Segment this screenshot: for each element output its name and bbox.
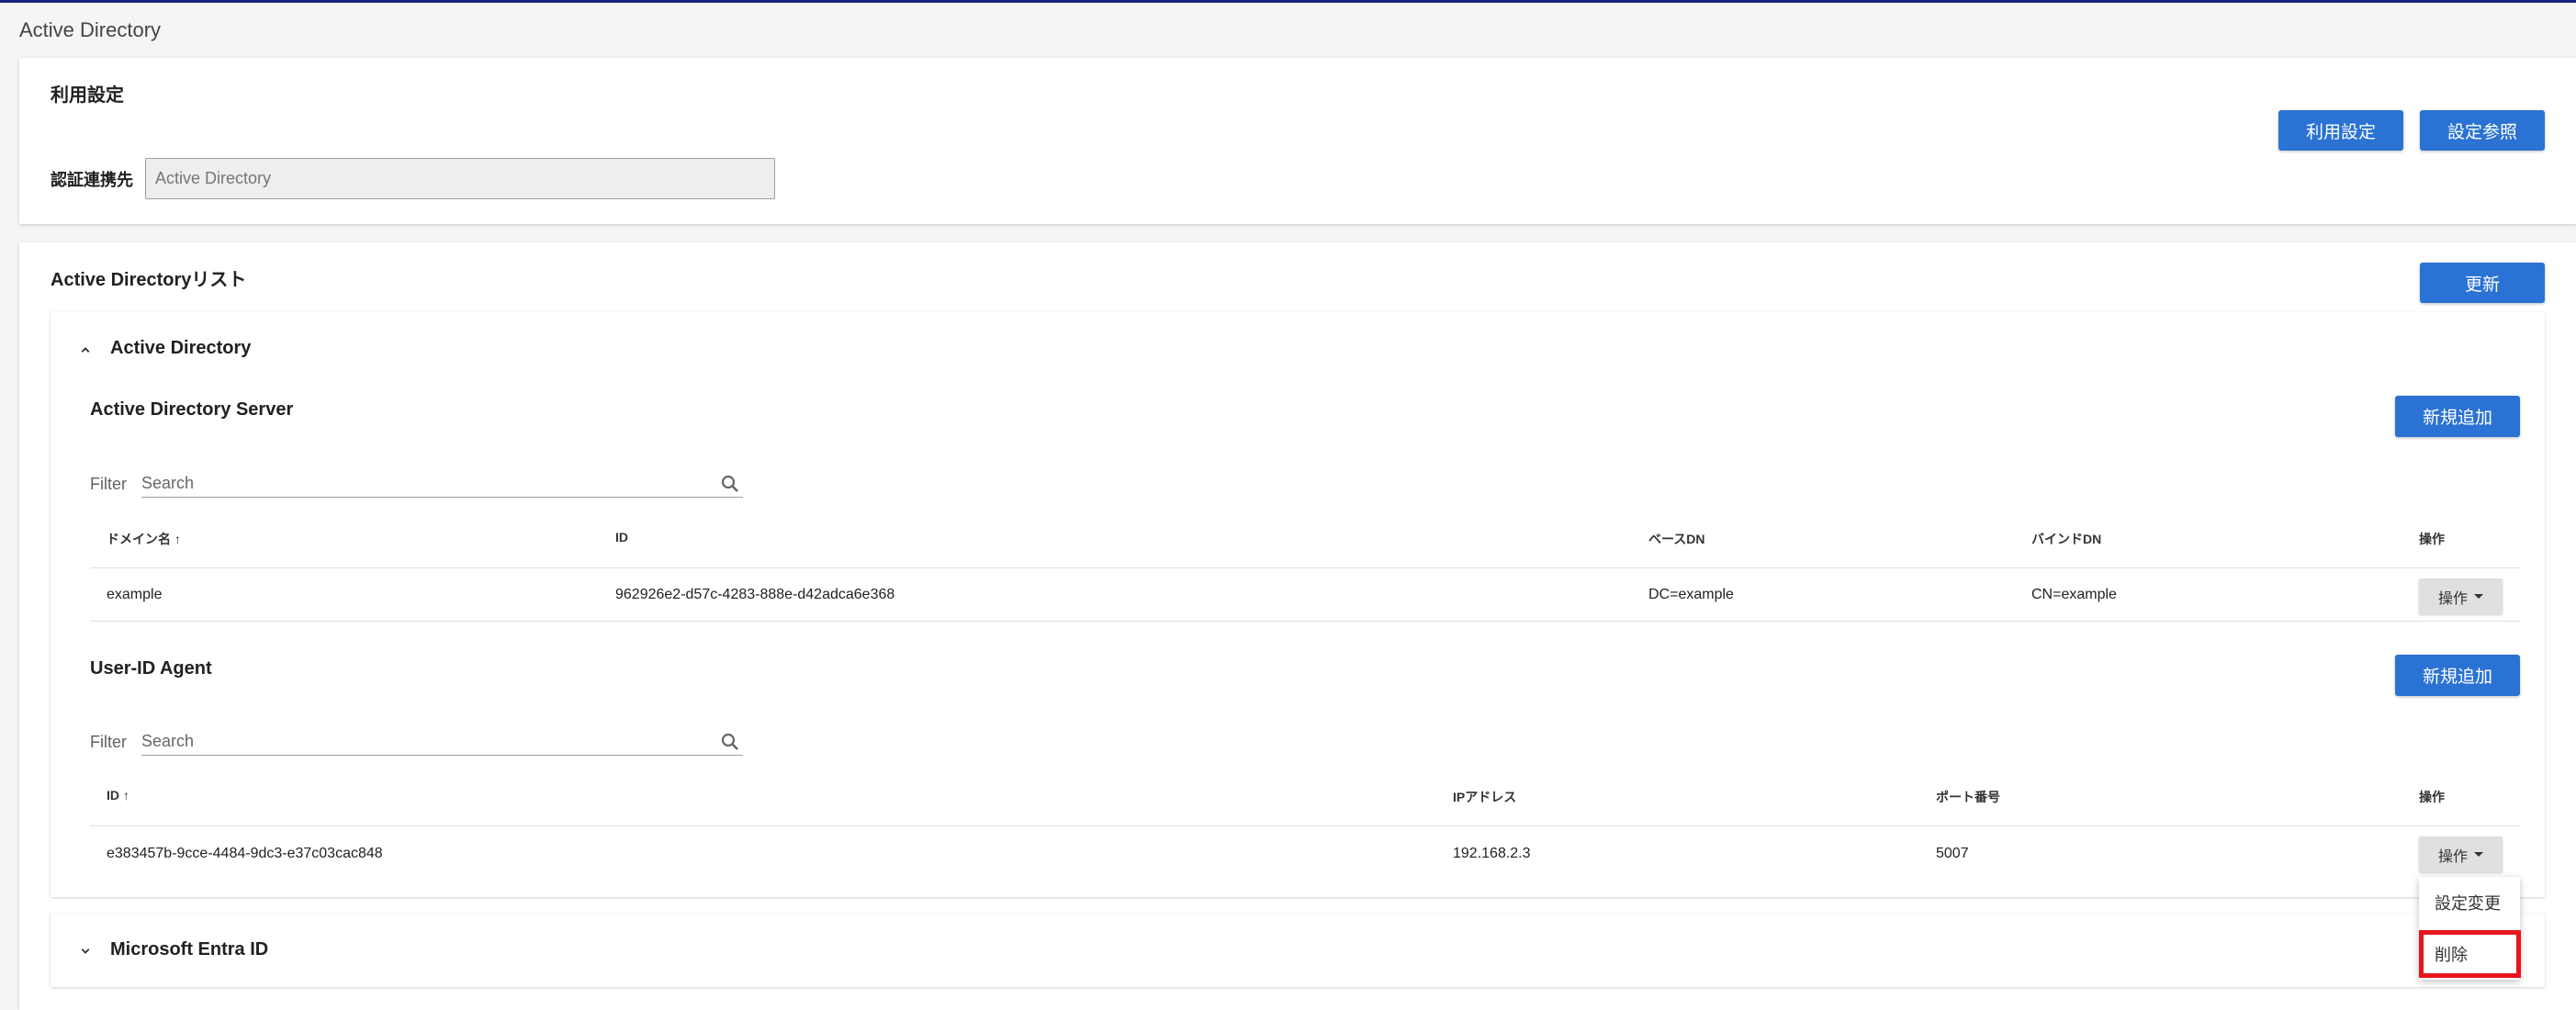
top-accent-line xyxy=(0,0,2576,3)
auth-target-field: Active Directory xyxy=(145,158,775,199)
cell-ip-address: 192.168.2.3 xyxy=(1453,846,1531,861)
server-add-button[interactable]: 新規追加 xyxy=(2395,396,2520,437)
col-port-number[interactable]: ポート番号 xyxy=(1936,788,2000,806)
col-domain-name[interactable]: ドメイン名 ↑ xyxy=(107,530,181,548)
user-id-agent-title: User-ID Agent xyxy=(90,658,212,679)
table-row-divider xyxy=(90,621,2520,622)
view-settings-button[interactable]: 設定参照 xyxy=(2420,110,2545,151)
col-agent-id[interactable]: ID ↑ xyxy=(107,788,129,802)
cell-port-number: 5007 xyxy=(1936,846,1969,861)
entra-panel-title[interactable]: Microsoft Entra ID xyxy=(110,939,268,960)
col-operation: 操作 xyxy=(2419,790,2445,804)
entra-expansion-panel[interactable]: Microsoft Entra ID xyxy=(51,913,2545,987)
usage-settings-button[interactable]: 利用設定 xyxy=(2278,110,2403,151)
delete-highlight-box xyxy=(2419,930,2521,978)
search-icon[interactable] xyxy=(719,473,741,495)
chevron-down-icon[interactable] xyxy=(77,943,94,960)
auth-target-label: 認証連携先 xyxy=(51,171,133,189)
usage-settings-title: 利用設定 xyxy=(51,85,124,106)
refresh-button[interactable]: 更新 xyxy=(2420,263,2545,303)
ad-list-card: Active Directoryリスト 更新 Active Directory … xyxy=(19,242,2576,1010)
agent-search-input[interactable] xyxy=(141,732,743,756)
operation-label: 操作 xyxy=(2437,590,2468,607)
cell-base-dn: DC=example xyxy=(1648,587,1734,602)
usage-settings-card: 利用設定 認証連携先 Active Directory 利用設定 設定参照 xyxy=(19,58,2576,224)
col-id[interactable]: ID xyxy=(615,530,628,544)
ad-server-title: Active Directory Server xyxy=(90,399,294,420)
cell-id: 962926e2-d57c-4283-888e-d42adca6e368 xyxy=(615,587,895,602)
caret-down-icon xyxy=(2474,852,2483,857)
table-header-divider xyxy=(90,567,2520,568)
ad-expansion-panel: Active Directory Active Directory Server… xyxy=(51,312,2545,897)
agent-row-operation-button[interactable]: 操作 xyxy=(2419,836,2503,872)
menu-item-edit-settings[interactable]: 設定変更 xyxy=(2419,877,2520,928)
cell-agent-id: e383457b-9cce-4484-9dc3-e37c03cac848 xyxy=(107,846,383,861)
caret-down-icon xyxy=(2474,594,2483,599)
page-title: Active Directory xyxy=(19,18,162,41)
col-base-dn[interactable]: ベースDN xyxy=(1648,530,1705,548)
server-row-operation-button[interactable]: 操作 xyxy=(2419,578,2503,614)
cell-domain: example xyxy=(107,587,163,602)
cell-bind-dn: CN=example xyxy=(2031,587,2117,602)
ad-list-title: Active Directoryリスト xyxy=(51,270,247,290)
ad-panel-title[interactable]: Active Directory xyxy=(110,338,251,359)
table-header-divider xyxy=(90,825,2520,826)
agent-add-button[interactable]: 新規追加 xyxy=(2395,655,2520,696)
chevron-up-icon[interactable] xyxy=(77,342,94,358)
operation-label: 操作 xyxy=(2437,848,2468,865)
search-icon[interactable] xyxy=(719,731,741,753)
server-search-input[interactable] xyxy=(141,474,743,498)
col-bind-dn[interactable]: バインドDN xyxy=(2031,530,2101,548)
col-operation: 操作 xyxy=(2419,532,2445,546)
server-filter-label: Filter xyxy=(90,475,127,493)
agent-filter-label: Filter xyxy=(90,733,127,751)
col-ip-address[interactable]: IPアドレス xyxy=(1453,788,1516,806)
